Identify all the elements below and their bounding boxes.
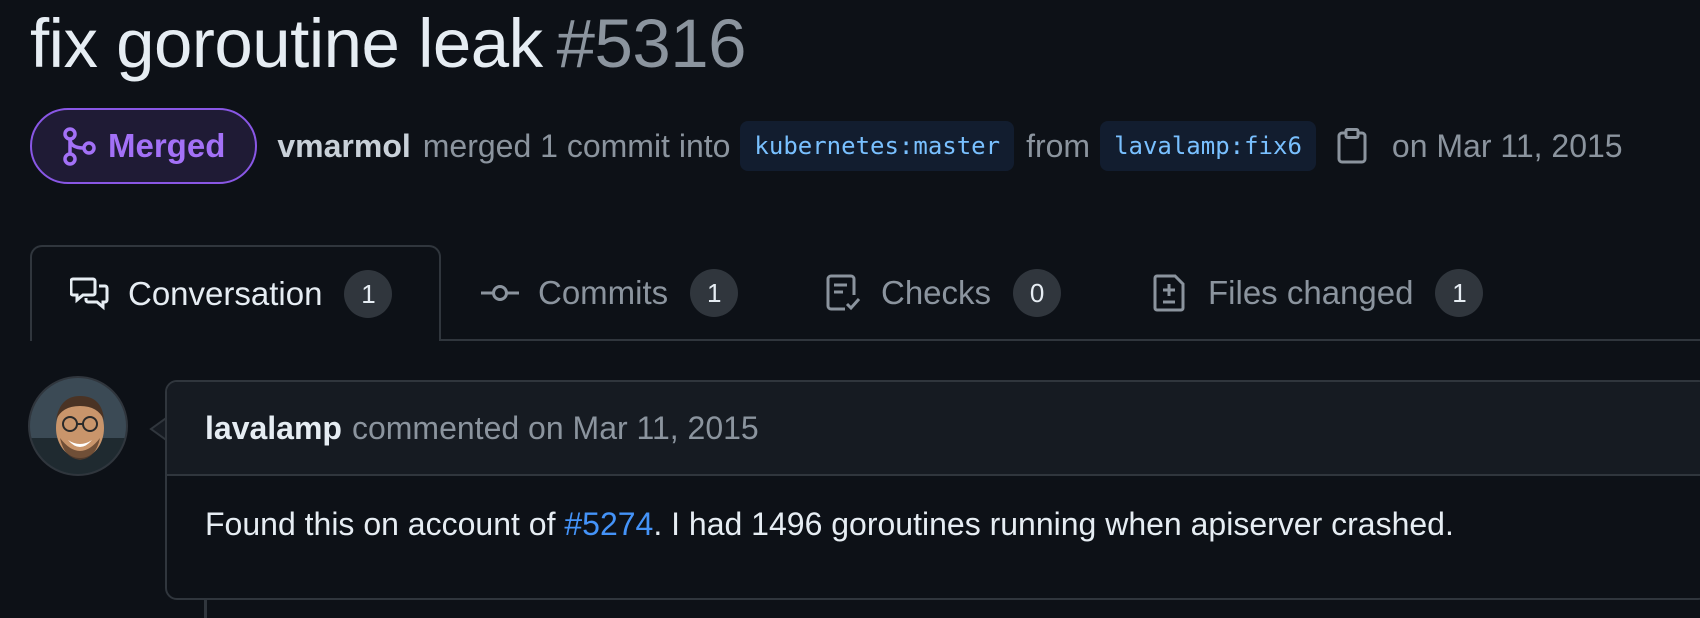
avatar[interactable] xyxy=(28,376,128,476)
merge-description: merged 1 commit into xyxy=(422,127,731,164)
comment-author-link[interactable]: lavalamp xyxy=(205,410,342,447)
tab-checks-label: Checks xyxy=(881,274,992,311)
pr-number: #5316 xyxy=(556,5,747,82)
head-branch-link[interactable]: lavalamp:fix6 xyxy=(1100,121,1316,171)
timeline-rail xyxy=(204,600,207,618)
merged-state-badge: Merged xyxy=(30,108,258,184)
tab-files-changed-label: Files changed xyxy=(1208,274,1414,311)
file-diff-icon xyxy=(1153,274,1185,312)
copy-icon[interactable] xyxy=(1336,128,1368,164)
comment-text-suffix: . I had 1496 goroutines running when api… xyxy=(653,506,1454,542)
from-text: from xyxy=(1026,127,1091,164)
tab-conversation-label: Conversation xyxy=(128,275,323,312)
tab-files-changed[interactable]: Files changed 1 xyxy=(1150,245,1484,341)
tab-files-changed-count: 1 xyxy=(1435,269,1484,317)
comment-box: lavalamp commented on Mar 11, 2015 Found… xyxy=(165,380,1700,600)
comment-discussion-icon xyxy=(70,277,109,311)
comment-timestamp[interactable]: commented on Mar 11, 2015 xyxy=(352,410,759,447)
base-branch-link[interactable]: kubernetes:master xyxy=(740,121,1015,171)
tab-commits-count: 1 xyxy=(690,269,739,317)
pr-title: fix goroutine leak #5316 xyxy=(30,2,747,86)
tab-commits[interactable]: Commits 1 xyxy=(480,245,739,341)
git-commit-icon xyxy=(481,285,519,301)
comment-header: lavalamp commented on Mar 11, 2015 xyxy=(167,382,1700,476)
merged-by-link[interactable]: vmarmol xyxy=(277,128,410,165)
comment-body: Found this on account of #5274. I had 14… xyxy=(167,476,1700,543)
issue-link[interactable]: #5274 xyxy=(564,506,653,542)
tab-conversation[interactable]: Conversation 1 xyxy=(30,245,441,341)
pr-meta: Merged vmarmol merged 1 commit into kube… xyxy=(30,108,1623,184)
tab-conversation-count: 1 xyxy=(344,270,393,318)
git-merge-icon xyxy=(63,127,96,166)
pr-title-text: fix goroutine leak xyxy=(30,5,543,82)
tab-checks-count: 0 xyxy=(1013,269,1062,317)
tab-checks[interactable]: Checks 0 xyxy=(823,245,1062,341)
avatar-image xyxy=(30,378,126,474)
merged-label: Merged xyxy=(108,127,226,164)
tab-commits-label: Commits xyxy=(538,274,669,311)
pull-request-page: fix goroutine leak #5316 Merged vmarmol m… xyxy=(0,0,1700,618)
merge-date: on Mar 11, 2015 xyxy=(1391,127,1623,164)
comment-text-prefix: Found this on account of xyxy=(205,506,565,542)
checklist-icon xyxy=(826,274,861,311)
